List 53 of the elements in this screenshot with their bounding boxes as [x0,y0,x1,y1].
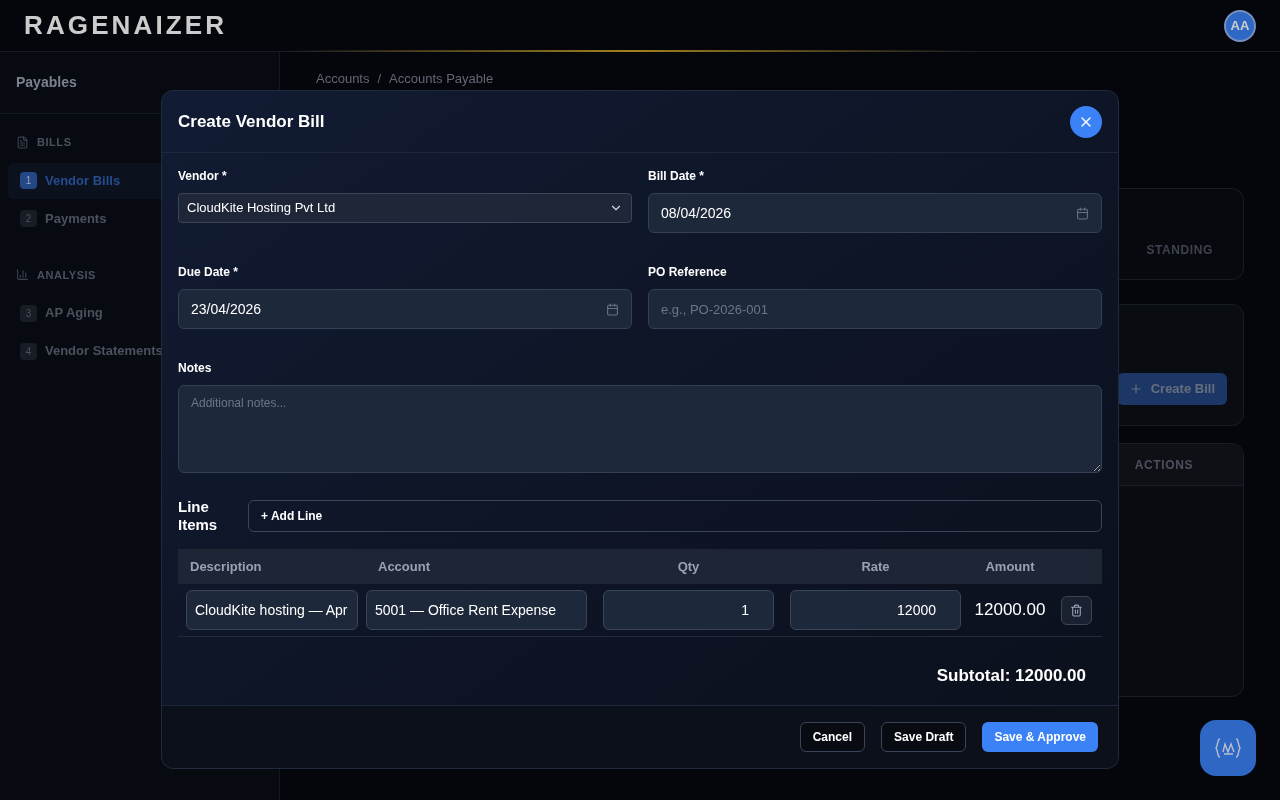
modal-title: Create Vendor Bill [178,110,325,133]
subtotal: Subtotal: 12000.00 [936,665,1086,687]
field-label: Vendor * [178,168,228,185]
number-badge: 1 [20,172,37,189]
column-header: Rate [860,557,891,576]
footer-button[interactable]: Cancel [799,722,866,752]
quantity-field[interactable]: 1 [603,590,774,630]
number-badge: 4 [20,342,37,360]
number-badge: 3 [20,304,37,322]
notes-field[interactable]: Additional notes... [178,385,1102,473]
bar-chart-icon [16,268,29,282]
calendar-icon [1076,206,1089,220]
add-line-button[interactable]: + Add Line [248,500,1102,532]
column-header: Account [377,557,431,576]
close-button[interactable] [1070,105,1102,138]
braces-icon [1215,737,1241,759]
item-label: Vendor Bills [45,171,121,190]
field-label: Due Date * [178,264,240,281]
delete-button[interactable] [1061,595,1092,625]
footer-button[interactable]: Save & Approve [982,722,1098,752]
vendor-select[interactable]: CloudKite Hosting Pvt Ltd [178,193,632,223]
column-header: Qty [676,557,701,576]
field-label: PO Reference [648,264,728,281]
breadcrumb-separator: / [377,71,382,87]
stat-label: STANDING [1146,242,1213,259]
date-field[interactable]: 08/04/2026 [648,193,1102,233]
footer-button[interactable]: Save Draft [881,722,967,752]
column-header: Description [189,557,263,576]
item-label: AP Aging [45,304,103,323]
account-field[interactable]: 5001 — Office Rent Expense [366,590,587,630]
column-header: Amount [984,557,1036,576]
input-field[interactable]: e.g., PO-2026-001 [648,289,1102,329]
table-header: ACTIONS [1134,456,1193,474]
section-label: BILLS [37,135,72,150]
breadcrumb-link[interactable]: Accounts [316,71,370,87]
document-icon [16,135,29,149]
field-label: Notes [178,360,213,377]
date-field[interactable]: 23/04/2026 [178,289,632,329]
logo[interactable]: RAGENAIZER [24,6,228,45]
field-label: Bill Date * [648,168,705,185]
section-title: Line Items [178,498,219,534]
plus-icon [1128,382,1143,396]
item-label: Vendor Statements [45,342,163,361]
section-label: ANALYSIS [37,267,96,283]
description-field[interactable]: CloudKite hosting — Apr [186,590,358,630]
breadcrumb-current: Accounts Payable [389,71,494,87]
amount-cell-text: 12000.00 [973,599,1047,622]
assistant-button[interactable] [1200,720,1256,776]
item-label: Payments [45,209,107,228]
sidebar-title: Payables [16,73,77,92]
calendar-icon [606,302,619,316]
trash-icon [1070,603,1083,617]
rate-field[interactable]: 12000 [790,590,961,630]
